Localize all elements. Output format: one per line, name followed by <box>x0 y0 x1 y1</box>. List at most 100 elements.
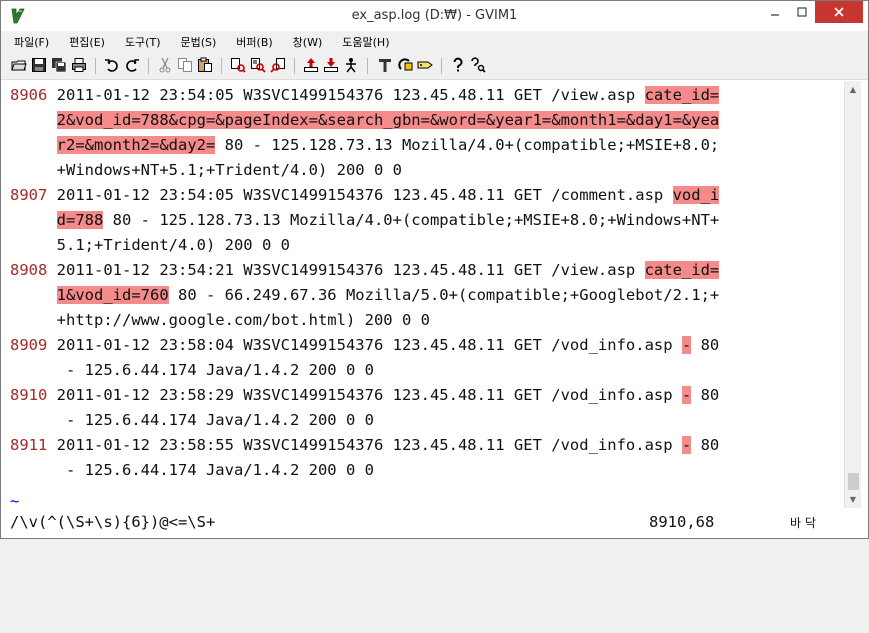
copy-icon <box>178 58 192 72</box>
log-line: 8911 2011-01-12 23:58:55 W3SVC1499154376… <box>10 433 719 458</box>
close-icon <box>834 7 844 17</box>
save-icon <box>32 58 46 72</box>
search-match: - <box>681 386 692 404</box>
paste-button[interactable] <box>197 57 213 73</box>
log-text: 5.1;+Trident/4.0) 200 0 0 <box>56 236 290 254</box>
redo-icon <box>126 59 139 72</box>
scroll-thumb[interactable] <box>848 473 859 490</box>
log-text: 80 <box>691 436 720 454</box>
menu-window[interactable]: 창(W) <box>280 34 330 50</box>
search-match: cate_id= <box>644 261 720 279</box>
window-title: ex_asp.log (D:₩) - GVIM1 <box>351 8 518 23</box>
open-button[interactable] <box>11 57 27 73</box>
cut-button[interactable] <box>157 57 173 73</box>
minimize-button[interactable] <box>761 1 788 23</box>
log-text: 80 - 125.128.73.13 Mozilla/4.0+(compatib… <box>215 136 720 154</box>
find-help-button[interactable] <box>470 57 486 73</box>
save-all-button[interactable] <box>51 57 67 73</box>
run-script-icon <box>346 58 356 73</box>
menu-syntax[interactable]: 문법(S) <box>167 34 223 50</box>
scroll-up-arrow[interactable]: ▲ <box>845 81 861 98</box>
editor-area[interactable]: 8906 2011-01-12 23:54:05 W3SVC1499154376… <box>2 81 844 510</box>
log-text: - 125.6.44.174 Java/1.4.2 200 0 0 <box>56 411 374 429</box>
vertical-scrollbar[interactable]: ▲ ▼ <box>844 81 861 508</box>
scroll-position: 바 닥 <box>790 516 816 530</box>
command-line[interactable]: /\v(^(\S+\s){6})@<=\S+ 8910,68 바 닥 <box>2 508 868 536</box>
print-button[interactable] <box>71 57 87 73</box>
toolbar-separator <box>95 58 96 74</box>
log-line: 8906 2011-01-12 23:54:05 W3SVC1499154376… <box>10 83 720 108</box>
menu-file[interactable]: 파일(F) <box>1 34 56 50</box>
redo-button[interactable] <box>124 57 140 73</box>
save-all-icon <box>52 58 67 73</box>
search-match: r2=&month2=&day2= <box>56 136 216 154</box>
shell-button[interactable] <box>397 57 413 73</box>
log-text: 80 <box>691 336 720 354</box>
close-button[interactable] <box>815 1 863 23</box>
search-match: 2&vod_id=788&cpg=&pageIndex=&search_gbn=… <box>56 111 720 129</box>
search-match: - <box>681 436 692 454</box>
menu-help[interactable]: 도움말(H) <box>329 34 396 50</box>
log-line-wrap: - 125.6.44.174 Java/1.4.2 200 0 0 <box>10 358 374 383</box>
help-button[interactable] <box>450 57 466 73</box>
menu-edit[interactable]: 편집(E) <box>56 34 112 50</box>
toolbar-separator <box>441 58 442 74</box>
search-command[interactable]: /\v(^(\S+\s){6})@<=\S+ <box>10 510 215 535</box>
find-help-icon <box>471 57 486 73</box>
cut-icon <box>159 57 171 73</box>
line-number: 8910 <box>10 386 57 404</box>
log-line: 8909 2011-01-12 23:58:04 W3SVC1499154376… <box>10 333 719 358</box>
log-text: +Windows+NT+5.1;+Trident/4.0) 200 0 0 <box>56 161 402 179</box>
log-line: 8908 2011-01-12 23:54:21 W3SVC1499154376… <box>10 258 720 283</box>
copy-button[interactable] <box>177 57 193 73</box>
find-prev-button[interactable] <box>270 57 286 73</box>
line-number: 8909 <box>10 336 57 354</box>
log-text: 2011-01-12 23:54:05 W3SVC1499154376 123.… <box>56 186 673 204</box>
line-number: 8911 <box>10 436 57 454</box>
search-match: cate_id= <box>644 86 720 104</box>
find-replace-button[interactable] <box>230 57 246 73</box>
run-script-button[interactable] <box>343 57 359 73</box>
toolbar <box>1 52 868 80</box>
maximize-button[interactable] <box>788 1 815 23</box>
log-line-wrap: +Windows+NT+5.1;+Trident/4.0) 200 0 0 <box>10 158 402 183</box>
save-button[interactable] <box>31 57 47 73</box>
ctags-icon <box>417 61 433 69</box>
toolbar-separator <box>221 58 222 74</box>
find-next-button[interactable] <box>250 57 266 73</box>
undo-icon <box>105 59 118 72</box>
log-text: - 125.6.44.174 Java/1.4.2 200 0 0 <box>56 461 374 479</box>
paste-icon <box>198 57 212 72</box>
undo-button[interactable] <box>104 57 120 73</box>
line-number: 8906 <box>10 86 57 104</box>
cursor-position: 8910,68 <box>649 513 715 531</box>
log-text: 80 <box>691 386 720 404</box>
log-text: 2011-01-12 23:58:29 W3SVC1499154376 123.… <box>56 386 682 404</box>
help-icon <box>453 57 463 72</box>
log-line-wrap: - 125.6.44.174 Java/1.4.2 200 0 0 <box>10 458 374 483</box>
menu-tools[interactable]: 도구(T) <box>112 34 168 50</box>
menu-buffers[interactable]: 버퍼(B) <box>223 34 279 50</box>
log-line: 8907 2011-01-12 23:54:05 W3SVC1499154376… <box>10 183 720 208</box>
save-session-button[interactable] <box>323 57 339 73</box>
print-icon <box>72 58 86 72</box>
make-button[interactable] <box>377 57 393 73</box>
gvim-window: ex_asp.log (D:₩) - GVIM1 파일(F) 편집(E) 도구(… <box>0 0 869 539</box>
log-line-wrap: 2&vod_id=788&cpg=&pageIndex=&search_gbn=… <box>10 108 720 133</box>
ctags-button[interactable] <box>417 57 433 73</box>
title-bar[interactable]: ex_asp.log (D:₩) - GVIM1 <box>1 1 868 31</box>
find-prev-icon <box>270 58 285 73</box>
log-text: 80 - 66.249.67.36 Mozilla/5.0+(compatibl… <box>168 286 720 304</box>
toolbar-separator <box>148 58 149 74</box>
log-text: 2011-01-12 23:54:21 W3SVC1499154376 123.… <box>56 261 645 279</box>
scroll-down-arrow[interactable]: ▼ <box>845 491 861 508</box>
log-line-wrap: 5.1;+Trident/4.0) 200 0 0 <box>10 233 290 258</box>
log-line-wrap: 1&vod_id=760 80 - 66.249.67.36 Mozilla/5… <box>10 283 719 308</box>
make-icon <box>379 59 391 72</box>
log-text: 80 - 125.128.73.13 Mozilla/4.0+(compatib… <box>103 211 720 229</box>
load-session-button[interactable] <box>303 57 319 73</box>
line-number: 8908 <box>10 261 57 279</box>
log-text: 2011-01-12 23:54:05 W3SVC1499154376 123.… <box>56 86 645 104</box>
find-next-icon <box>251 58 266 73</box>
log-line: 8910 2011-01-12 23:58:29 W3SVC1499154376… <box>10 383 719 408</box>
